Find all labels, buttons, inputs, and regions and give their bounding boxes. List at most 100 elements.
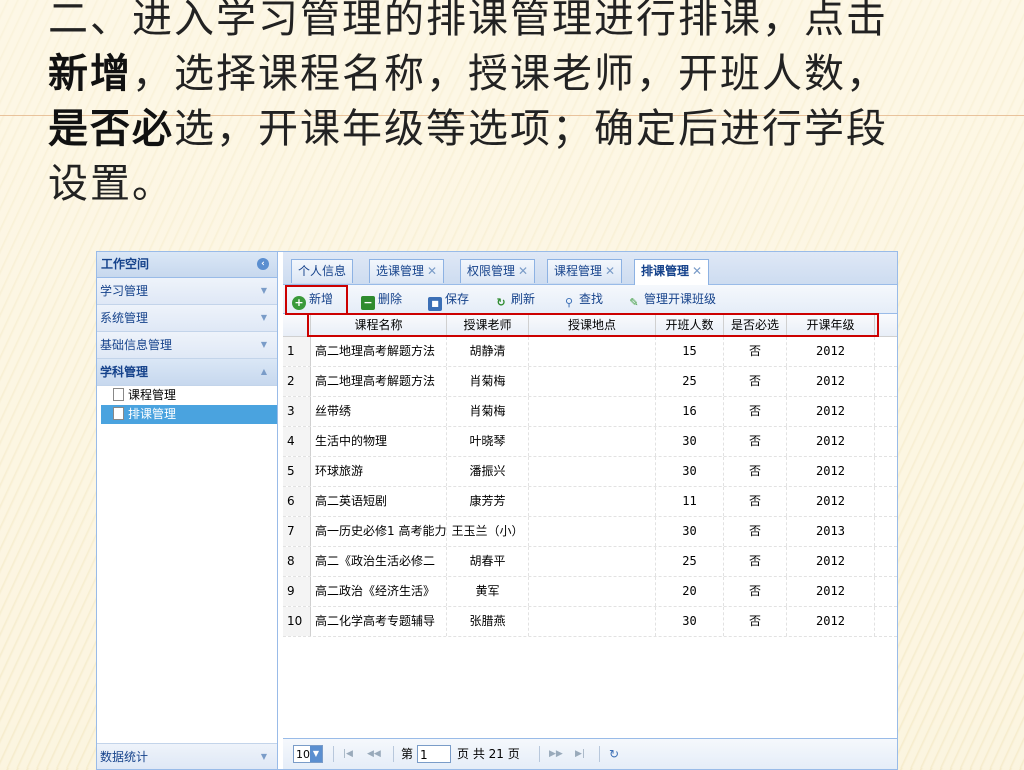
sidebar-item-schedule[interactable]: 排课管理 [101,405,277,424]
cell-course-name: 丝带绣 [311,397,447,426]
instruction-bold-new: 新增 [48,51,132,97]
cell-teacher: 肖菊梅 [447,397,529,426]
sidebar-section-statistics[interactable]: 数据统计 ▼ [97,743,277,769]
sidebar-section-study[interactable]: 学习管理 ▼ [97,278,277,305]
sidebar-title: 工作空间 ‹ [97,252,277,278]
table-row[interactable]: 9 高二政治《经济生活》 黄军 20 否 2012 [283,577,897,607]
cell-required: 否 [724,427,787,456]
cell-grade: 2012 [787,547,875,576]
sidebar-section-subject[interactable]: 学科管理 ▲ [97,359,277,386]
cell-location [529,487,656,516]
tab-personal-info[interactable]: 个人信息 [291,259,354,283]
row-number: 10 [283,607,311,636]
sidebar-section-label: 数据统计 [100,750,149,764]
tab-permissions[interactable]: 权限管理 ✕ [460,259,536,283]
sidebar-section-label: 学习管理 [100,284,149,298]
cell-teacher: 胡春平 [447,547,529,576]
table-row[interactable]: 5 环球旅游 潘振兴 30 否 2012 [283,457,897,487]
cell-class-size: 30 [656,427,724,456]
delete-button[interactable]: − 删除 [361,285,402,313]
refresh-icon: ↻ [496,296,506,309]
cell-course-name: 高二化学高考专题辅导 [311,607,447,636]
manage-classes-button[interactable]: ✎ 管理开课班级 [627,285,716,313]
sidebar-section-system[interactable]: 系统管理 ▼ [97,305,277,332]
next-page-icon[interactable]: ▶▶ [549,739,563,769]
row-number: 2 [283,367,311,396]
close-icon[interactable]: ✕ [518,264,528,278]
cell-grade: 2012 [787,397,875,426]
app-window: 工作空间 ‹ 学习管理 ▼ 系统管理 ▼ 基础信息管理 ▼ 学科管理 ▲ 课程管… [96,251,898,770]
close-icon[interactable]: ✕ [605,264,615,278]
tab-schedule-management[interactable]: 排课管理 ✕ [634,259,710,285]
table-row[interactable]: 7 高一历史必修1 高考能力 王玉兰（小） 30 否 2013 [283,517,897,547]
table-row[interactable]: 10 高二化学高考专题辅导 张腊燕 30 否 2012 [283,607,897,637]
table-row[interactable]: 1 高二地理高考解题方法 胡静清 15 否 2012 [283,337,897,367]
sidebar: 工作空间 ‹ 学习管理 ▼ 系统管理 ▼ 基础信息管理 ▼ 学科管理 ▲ 课程管… [97,252,278,769]
row-number: 8 [283,547,311,576]
table-row[interactable]: 4 生活中的物理 叶晓琴 30 否 2012 [283,427,897,457]
row-number: 4 [283,427,311,456]
tab-course-selection[interactable]: 选课管理 ✕ [369,259,445,283]
sidebar-section-label: 基础信息管理 [100,338,173,352]
chevron-down-icon: ▼ [260,286,267,295]
cell-location [529,427,656,456]
page-size-select[interactable]: 10 ▼ [293,745,323,763]
cell-location [529,337,656,366]
cell-location [529,457,656,486]
search-label: 查找 [579,292,604,306]
first-page-icon[interactable]: |◀ [343,739,353,769]
row-number: 6 [283,487,311,516]
page-number-input[interactable]: 1 [417,745,451,763]
table-row[interactable]: 3 丝带绣 肖菊梅 16 否 2012 [283,397,897,427]
instruction-bold-required: 是否必 [48,106,174,152]
cell-teacher: 王玉兰（小） [447,517,529,546]
manage-label: 管理开课班级 [644,292,717,306]
chevron-down-icon: ▼ [310,746,322,762]
cell-class-size: 16 [656,397,724,426]
sidebar-item-course[interactable]: 课程管理 [97,386,277,405]
cell-grade: 2012 [787,577,875,606]
cell-teacher: 叶晓琴 [447,427,529,456]
cell-location [529,577,656,606]
highlight-columns [307,313,879,337]
close-icon[interactable]: ✕ [692,264,702,278]
chevron-down-icon: ▼ [260,313,267,322]
close-icon[interactable]: ✕ [427,264,437,278]
cell-required: 否 [724,397,787,426]
cell-required: 否 [724,367,787,396]
sidebar-section-basic-info[interactable]: 基础信息管理 ▼ [97,332,277,359]
reload-icon[interactable]: ↻ [609,739,619,769]
last-page-icon[interactable]: ▶| [575,739,585,769]
chevron-down-icon: ▼ [260,752,267,761]
cell-grade: 2012 [787,457,875,486]
sidebar-title-label: 工作空间 [101,257,150,271]
cell-grade: 2012 [787,427,875,456]
cell-course-name: 高二政治《经济生活》 [311,577,447,606]
cell-required: 否 [724,517,787,546]
cell-required: 否 [724,457,787,486]
cell-teacher: 黄军 [447,577,529,606]
tab-label: 权限管理 [467,264,516,278]
refresh-button[interactable]: ↻ 刷新 [494,285,535,313]
collapse-icon[interactable]: ‹ [257,258,269,270]
instruction-line1: 二、进入学习管理的排课管理进行排课，点击 [48,0,888,42]
cell-location [529,517,656,546]
table-row[interactable]: 2 高二地理高考解题方法 肖菊梅 25 否 2012 [283,367,897,397]
tab-label: 个人信息 [298,264,347,278]
cell-grade: 2012 [787,487,875,516]
cell-course-name: 环球旅游 [311,457,447,486]
row-number: 1 [283,337,311,366]
search-button[interactable]: ⚲ 查找 [562,285,603,313]
cell-class-size: 11 [656,487,724,516]
prev-page-icon[interactable]: ◀◀ [367,739,381,769]
cell-required: 否 [724,577,787,606]
table-row[interactable]: 6 高二英语短剧 康芳芳 11 否 2012 [283,487,897,517]
cell-course-name: 生活中的物理 [311,427,447,456]
tab-course-management[interactable]: 课程管理 ✕ [547,259,623,283]
page-size-value: 10 [296,748,310,761]
divider [333,746,334,762]
table-row[interactable]: 8 高二《政治生活必修二 胡春平 25 否 2012 [283,547,897,577]
cell-required: 否 [724,487,787,516]
save-button[interactable]: ■ 保存 [428,285,469,313]
search-icon: ⚲ [564,296,574,309]
